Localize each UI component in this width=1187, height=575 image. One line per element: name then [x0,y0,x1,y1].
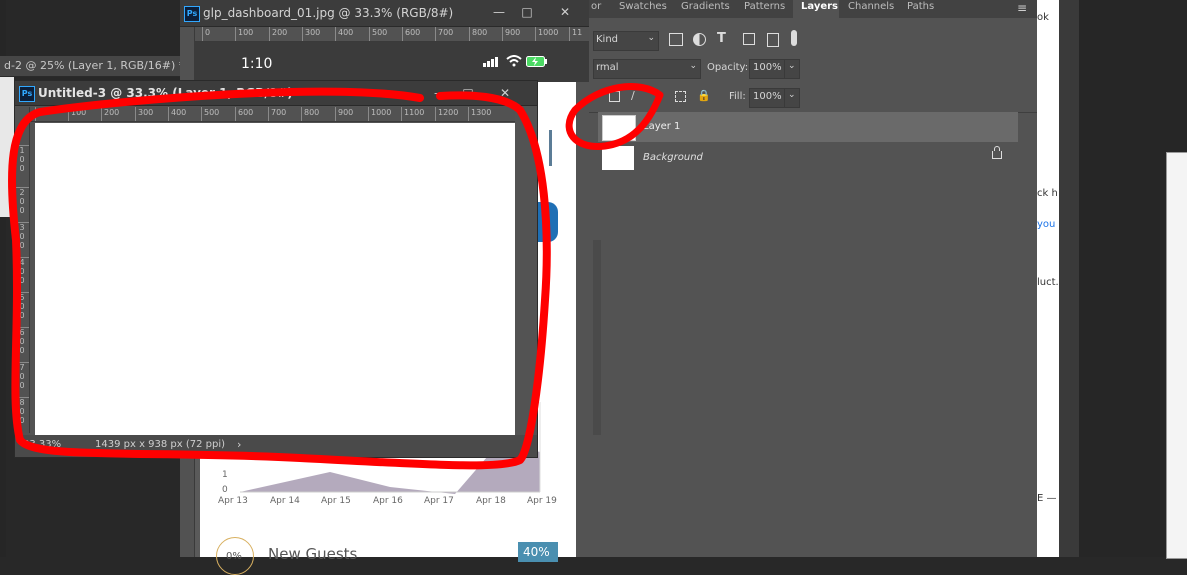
red-scribble-small [565,83,664,150]
red-scribble-large [7,87,551,470]
red-annotation-overlay [7,83,664,470]
